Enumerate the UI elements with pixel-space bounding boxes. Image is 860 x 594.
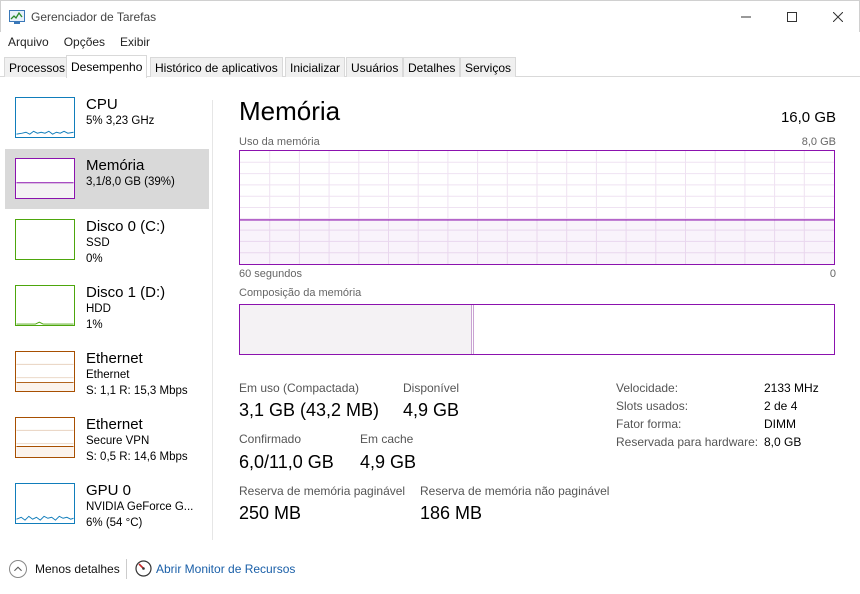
stat-in-use-label: Em uso (Compactada) (239, 381, 360, 395)
sidebar-item-vpn[interactable]: Ethernet Secure VPN S: 0,5 R: 14,6 Mbps (5, 408, 209, 468)
resource-sidebar: CPU 5% 3,23 GHz Memória 3,1/8,0 GB (39%)… (5, 88, 210, 540)
sidebar-item-detail: Ethernet (86, 369, 130, 381)
minimize-button[interactable] (723, 1, 769, 33)
minimize-icon (741, 16, 751, 18)
sidebar-item-ethernet[interactable]: Ethernet Ethernet S: 1,1 R: 15,3 Mbps (5, 342, 209, 402)
sidebar-item-cpu[interactable]: CPU 5% 3,23 GHz (5, 88, 209, 148)
stat-available-value: 4,9 GB (403, 400, 460, 420)
resource-monitor-icon (135, 560, 152, 577)
stat-cached-label: Em cache (360, 432, 414, 446)
tab-desempenho[interactable]: Desempenho (66, 55, 148, 78)
tab-processos[interactable]: Processos (4, 57, 71, 77)
page-title: Memória (239, 96, 341, 126)
sidebar-item-detail: SSD (86, 237, 110, 249)
prop-speed-label: Velocidade: (616, 381, 679, 395)
sidebar-item-memory[interactable]: Memória 3,1/8,0 GB (39%) (5, 149, 209, 209)
prop-form-label: Fator forma: (616, 417, 682, 431)
stat-cached-value: 4,9 GB (360, 452, 417, 472)
vpn-thumbnail (15, 417, 75, 458)
usage-area (240, 219, 834, 264)
prop-reserved-label: Reservada para hardware: (616, 435, 759, 449)
fewer-details-button[interactable]: Menos detalhes (35, 562, 120, 576)
composition-modified (472, 305, 474, 354)
sidebar-item-usage: 6% (54 °C) (86, 517, 143, 529)
tab-inicializar[interactable]: Inicializar (285, 57, 346, 77)
maximize-icon (787, 12, 797, 22)
close-icon (833, 12, 843, 22)
tab-servicos[interactable]: Serviços (460, 57, 517, 77)
composition-in-use (240, 305, 472, 354)
task-manager-icon (9, 10, 25, 24)
sidebar-item-label: GPU 0 (86, 482, 132, 499)
memory-composition-bar (239, 304, 835, 355)
menu-bar: Arquivo Opções Exibir (0, 32, 860, 52)
usage-graph-label: Uso da memória (239, 136, 320, 148)
stat-committed-label: Confirmado (239, 432, 302, 446)
graph-time-span: 60 segundos (239, 268, 302, 280)
stat-paged-label: Reserva de memória paginável (239, 484, 406, 498)
prop-speed-value: 2133 MHz (764, 381, 819, 395)
ethernet-thumbnail (15, 351, 75, 392)
sidebar-item-label: CPU (86, 96, 118, 113)
sidebar-item-detail: Secure VPN (86, 435, 150, 447)
footer-bar: Menos detalhes Abrir Monitor de Recursos (0, 553, 860, 583)
sidebar-item-label: Ethernet (86, 416, 143, 433)
sidebar-item-gpu[interactable]: GPU 0 NVIDIA GeForce G... 6% (54 °C) (5, 474, 209, 534)
stat-in-use-value: 3,1 GB (43,2 MB) (239, 400, 380, 420)
memory-usage-graph (239, 150, 835, 265)
sidebar-item-detail: HDD (86, 303, 111, 315)
tab-strip: Processos Desempenho Histórico de aplica… (0, 55, 860, 78)
sidebar-divider (212, 100, 213, 540)
footer-divider (126, 559, 127, 579)
tab-detalhes[interactable]: Detalhes (403, 57, 461, 77)
stat-paged-value: 250 MB (239, 503, 302, 523)
sidebar-item-disk0[interactable]: Disco 0 (C:) SSD 0% (5, 210, 209, 270)
menu-arquivo[interactable]: Arquivo (0, 32, 56, 52)
prop-reserved-value: 8,0 GB (764, 435, 802, 449)
stat-committed-value: 6,0/11,0 GB (239, 452, 334, 472)
sidebar-item-label: Disco 1 (D:) (86, 284, 166, 301)
close-button[interactable] (815, 1, 860, 33)
disk1-thumbnail (15, 285, 75, 326)
sidebar-item-disk1[interactable]: Disco 1 (D:) HDD 1% (5, 276, 209, 336)
cpu-thumbnail (15, 97, 75, 138)
sidebar-item-usage: 1% (86, 319, 103, 331)
sidebar-item-label: Disco 0 (C:) (86, 218, 166, 235)
sidebar-item-detail: NVIDIA GeForce G... (86, 501, 194, 513)
stat-nonpaged-value: 186 MB (420, 503, 483, 523)
sidebar-item-detail: 3,1/8,0 GB (39%) (86, 176, 175, 188)
composition-label: Composição da memória (239, 287, 362, 299)
menu-opcoes[interactable]: Opções (56, 32, 112, 52)
prop-slots-label: Slots usados: (616, 399, 689, 413)
tab-historico[interactable]: Histórico de aplicativos (150, 57, 283, 77)
open-resource-monitor-link[interactable]: Abrir Monitor de Recursos (156, 562, 295, 576)
sidebar-item-label: Memória (86, 157, 145, 174)
gpu-thumbnail (15, 483, 75, 524)
memory-total: 16,0 GB (780, 109, 836, 126)
window-title: Gerenciador de Tarefas (31, 10, 157, 24)
title-bar: Gerenciador de Tarefas (0, 0, 860, 32)
memory-thumbnail (15, 158, 75, 199)
sidebar-item-throughput: S: 1,1 R: 15,3 Mbps (86, 385, 188, 397)
maximize-button[interactable] (769, 1, 815, 33)
disk0-thumbnail (15, 219, 75, 260)
stat-available-label: Disponível (403, 381, 460, 395)
sidebar-item-label: Ethernet (86, 350, 143, 367)
sidebar-item-throughput: S: 0,5 R: 14,6 Mbps (86, 451, 188, 463)
usage-graph-max: 8,0 GB (801, 136, 836, 148)
stat-nonpaged-label: Reserva de memória não paginável (420, 484, 610, 498)
prop-form-value: DIMM (764, 417, 796, 431)
sidebar-item-usage: 0% (86, 253, 103, 265)
menu-exibir[interactable]: Exibir (112, 32, 157, 52)
chevron-up-icon[interactable] (9, 560, 27, 578)
prop-slots-value: 2 de 4 (764, 399, 798, 413)
graph-time-end: 0 (829, 268, 836, 280)
tab-usuarios[interactable]: Usuários (346, 57, 404, 77)
sidebar-item-detail: 5% 3,23 GHz (86, 115, 155, 127)
